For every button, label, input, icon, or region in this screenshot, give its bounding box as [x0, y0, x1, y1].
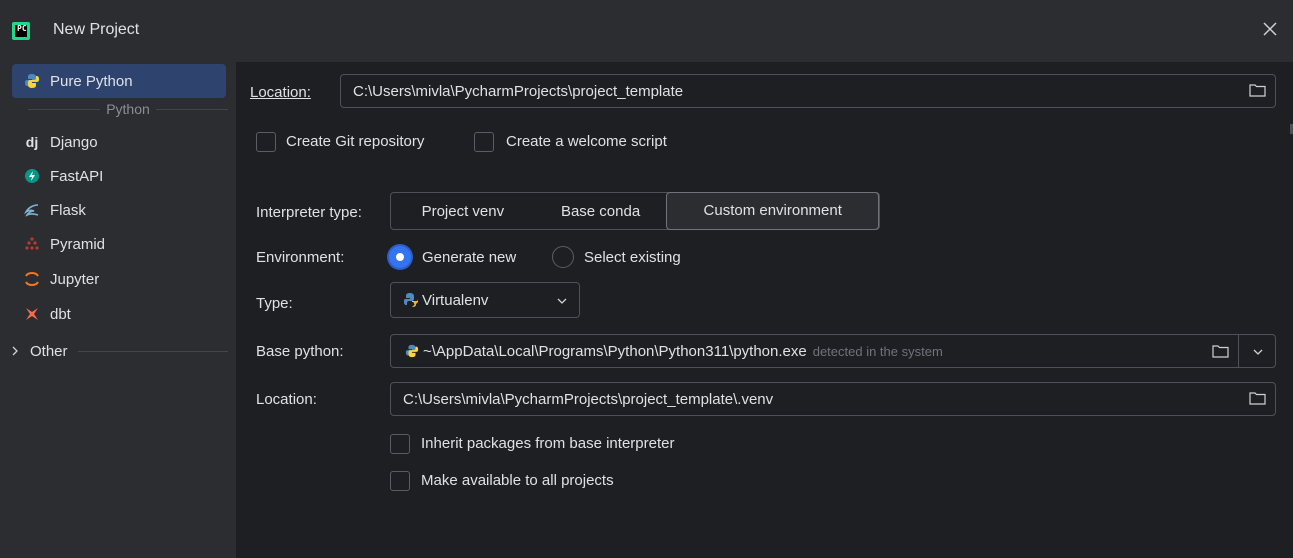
base-python-label: Base python: — [256, 343, 344, 360]
close-icon[interactable] — [1259, 18, 1281, 40]
base-python-field[interactable]: ~\AppData\Local\Programs\Python\Python31… — [390, 334, 1276, 368]
base-python-hint: detected in the system — [812, 343, 943, 359]
chevron-down-icon — [557, 298, 567, 304]
title-bar: PC New Project — [0, 0, 1293, 62]
sidebar-item-label: Pure Python — [50, 72, 133, 90]
venv-location-value: C:\Users\mivla\PycharmProjects\project_t… — [403, 390, 774, 408]
sidebar-item-other[interactable]: Other — [0, 334, 236, 368]
venv-location-field[interactable]: C:\Users\mivla\PycharmProjects\project_t… — [390, 382, 1276, 416]
create-git-checkbox[interactable] — [256, 132, 276, 152]
chevron-down-icon[interactable] — [1253, 348, 1263, 356]
type-value: Virtualenv — [422, 291, 489, 309]
sidebar-item-label: Other — [30, 342, 68, 360]
generate-new-radio[interactable] — [389, 246, 411, 268]
dbt-icon — [24, 306, 40, 322]
sidebar-item-label: Django — [50, 133, 98, 151]
interpreter-option-project-venv[interactable]: Project venv — [391, 193, 535, 229]
location-field[interactable]: C:\Users\mivla\PycharmProjects\project_t… — [340, 74, 1276, 108]
sidebar-item-dbt[interactable]: dbt — [12, 297, 226, 331]
project-settings-panel: Location: C:\Users\mivla\PycharmProjects… — [236, 62, 1293, 558]
welcome-script-checkbox[interactable] — [474, 132, 494, 152]
pyramid-icon — [24, 236, 40, 252]
python-icon — [24, 73, 40, 89]
base-python-value: ~\AppData\Local\Programs\Python\Python31… — [423, 342, 807, 360]
venv-location-label: Location: — [256, 391, 317, 408]
folder-icon[interactable] — [1249, 83, 1266, 97]
sidebar-item-label: Pyramid — [50, 235, 106, 253]
environment-label: Environment: — [256, 249, 345, 266]
interpreter-option-base-conda[interactable]: Base conda — [535, 193, 667, 229]
interpreter-option-custom-environment[interactable]: Custom environment — [666, 191, 879, 230]
django-icon: dj — [25, 134, 39, 150]
interpreter-type-segmented: Project venv Base conda Custom environme… — [390, 191, 880, 230]
sidebar-group-label: Python — [106, 101, 150, 117]
location-label: Location: — [250, 84, 311, 101]
jupyter-icon — [24, 271, 40, 287]
location-value: C:\Users\mivla\PycharmProjects\project_t… — [353, 82, 684, 100]
inherit-packages-checkbox[interactable] — [390, 434, 410, 454]
inherit-packages-label: Inherit packages from base interpreter — [421, 435, 675, 452]
sidebar-item-label: Jupyter — [50, 270, 100, 288]
sidebar-item-pure-python[interactable]: Pure Python — [12, 64, 226, 98]
interpreter-type-label: Interpreter type: — [256, 204, 362, 221]
fastapi-icon — [24, 168, 40, 184]
welcome-script-label: Create a welcome script — [506, 133, 667, 150]
sidebar-item-pyramid[interactable]: Pyramid — [12, 227, 226, 261]
project-type-sidebar: Pure Python Python dj Django FastAPI Fla… — [0, 62, 236, 558]
python-icon — [405, 344, 419, 358]
sidebar-item-label: FastAPI — [50, 167, 104, 185]
sidebar-item-fastapi[interactable]: FastAPI — [12, 159, 226, 193]
sidebar-item-jupyter[interactable]: Jupyter — [12, 262, 226, 296]
sidebar-item-flask[interactable]: Flask — [12, 193, 226, 227]
create-git-label: Create Git repository — [286, 133, 425, 150]
sidebar-item-django[interactable]: dj Django — [12, 125, 226, 159]
folder-icon[interactable] — [1249, 391, 1266, 405]
window-title: New Project — [53, 21, 140, 38]
sidebar-item-label: Flask — [50, 201, 86, 219]
virtualenv-icon — [403, 292, 419, 308]
generate-new-label: Generate new — [422, 249, 517, 266]
folder-icon[interactable] — [1212, 344, 1229, 358]
sidebar-item-label: dbt — [50, 305, 71, 323]
select-existing-radio[interactable] — [552, 246, 574, 268]
make-available-label: Make available to all projects — [421, 472, 614, 489]
type-label: Type: — [256, 295, 293, 312]
sidebar-group-python: Python — [28, 100, 228, 118]
type-dropdown[interactable]: Virtualenv — [390, 282, 580, 318]
select-existing-label: Select existing — [584, 249, 681, 266]
pycharm-logo-icon: PC — [12, 22, 30, 40]
chevron-right-icon — [12, 346, 18, 356]
make-available-checkbox[interactable] — [390, 471, 410, 491]
flask-icon — [24, 202, 40, 218]
